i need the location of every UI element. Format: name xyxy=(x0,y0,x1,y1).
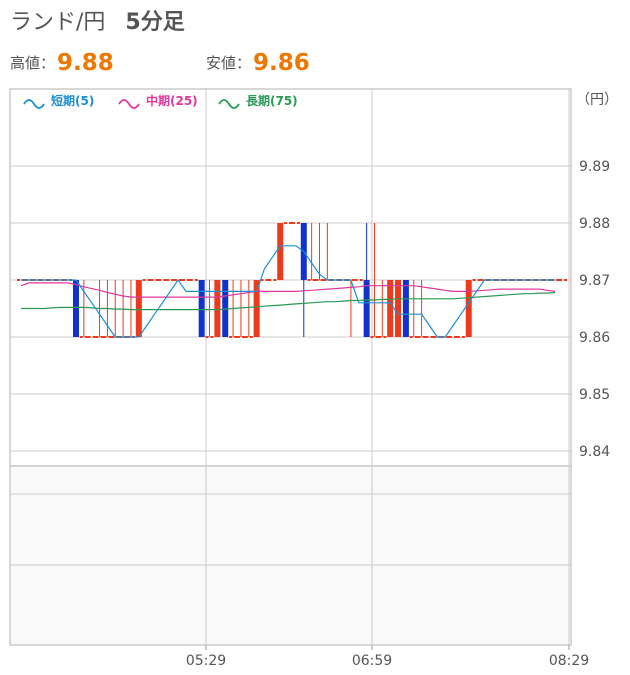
x-tick-label: 05:29 xyxy=(186,653,226,669)
y-tick-label: 9.87 xyxy=(579,273,610,289)
candle-body xyxy=(198,280,205,337)
candle-body xyxy=(395,280,402,337)
y-tick-label: 9.88 xyxy=(579,216,610,232)
legend-label-1: 短期(5) xyxy=(51,93,94,108)
candle-body xyxy=(387,280,394,337)
candle-body xyxy=(135,280,142,337)
candle-body xyxy=(402,280,409,337)
y-tick-label: 9.86 xyxy=(579,330,610,346)
y-tick-label: 9.89 xyxy=(579,159,610,175)
legend-label-3: 長期(75) xyxy=(246,93,298,108)
candle-body xyxy=(72,280,79,337)
candle-body xyxy=(465,280,472,337)
y-unit-label: （円） xyxy=(576,92,618,108)
legend-label-2: 中期(25) xyxy=(146,93,198,108)
candle-body xyxy=(253,280,260,337)
candlestick-chart[interactable]: 9.89 9.88 9.87 9.86 9.85 9.84 （円） 05:29 06:59 08:… xyxy=(0,0,630,675)
x-tick-label: 08:29 xyxy=(549,653,589,669)
candle-body xyxy=(363,280,370,337)
main-plot-frame xyxy=(9,88,572,467)
candle-body xyxy=(214,280,221,337)
candle-body xyxy=(277,223,284,280)
y-tick-label: 9.84 xyxy=(579,444,610,460)
y-tick-label: 9.85 xyxy=(579,387,610,403)
x-tick-label: 06:59 xyxy=(352,653,392,669)
sub-plot-frame xyxy=(9,465,572,646)
